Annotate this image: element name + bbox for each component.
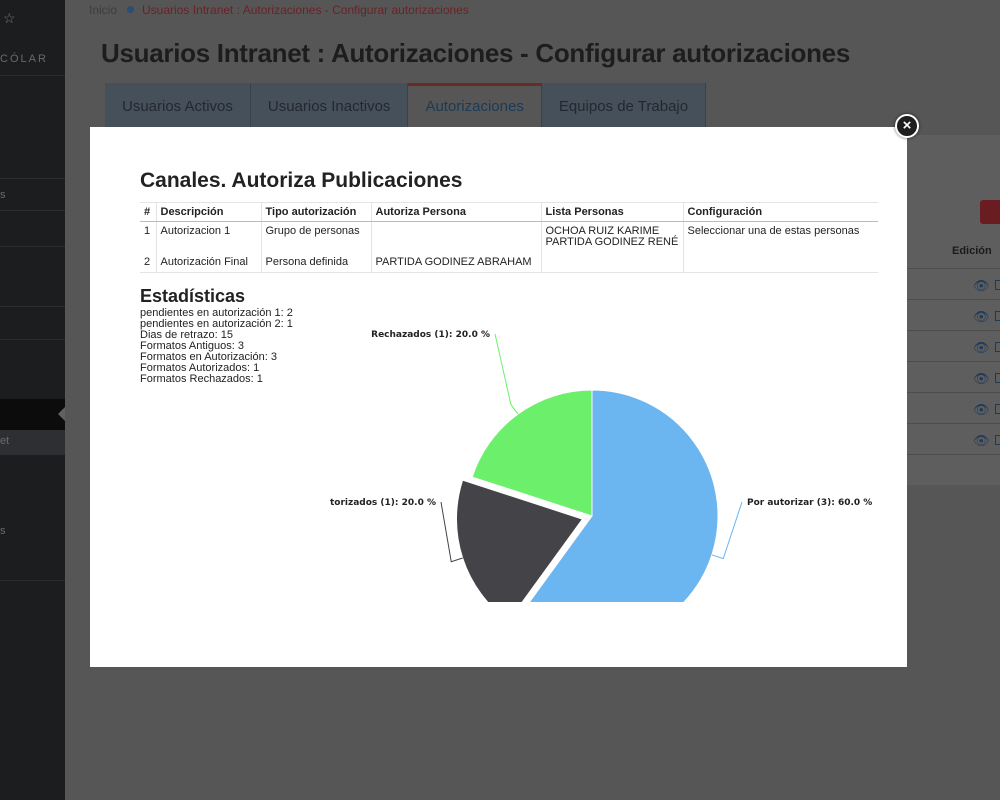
edit-icon[interactable] [995, 404, 1000, 414]
sidebar: ☆ CÓLAR s et s [0, 0, 65, 800]
row-divider [903, 423, 1000, 424]
active-indicator-arrow [58, 406, 65, 422]
sidebar-divider [0, 246, 65, 247]
tab-usuarios-activos[interactable]: Usuarios Activos [105, 83, 251, 127]
table-cell: PARTIDA GODINEZ ABRAHAM [371, 250, 542, 273]
sidebar-item-active[interactable] [0, 399, 65, 430]
tab-usuarios-inactivos[interactable]: Usuarios Inactivos [250, 83, 409, 127]
table-cell: 1 [140, 221, 157, 250]
edit-icon[interactable] [995, 311, 1000, 321]
column-header: Autoriza Persona [371, 202, 542, 222]
persona-name: PARTIDA GODINEZ RENÉ [545, 236, 679, 248]
table-cell: Persona definida [261, 250, 372, 273]
edit-icon[interactable] [995, 373, 1000, 383]
column-header: Descripción [156, 202, 262, 222]
breadcrumb: Inicio Usuarios Intranet : Autorizaciones… [89, 3, 469, 17]
column-header: Tipo autorización [261, 202, 372, 222]
row-actions: 👁 [973, 340, 1000, 356]
table-header-row: # Descripción Tipo autorización Autoriza… [140, 202, 878, 222]
tab-autorizaciones[interactable]: Autorizaciones [408, 83, 542, 127]
column-header: # [140, 202, 157, 222]
row-actions: 👁 [973, 371, 1000, 387]
table-cell: Autorizacion 1 [156, 221, 262, 250]
row-actions: 👁 [973, 278, 1000, 294]
edit-icon[interactable] [995, 435, 1000, 445]
breadcrumb-separator-icon [127, 6, 135, 13]
column-header: Configuración [683, 202, 878, 222]
table-cell: Grupo de personas [261, 221, 372, 250]
modal-title: Canales. Autoriza Publicaciones [140, 169, 463, 192]
edit-icon[interactable] [995, 280, 1000, 290]
slice-label: Autorizados (1): 20.0 % [330, 498, 436, 508]
sidebar-divider [0, 178, 65, 179]
sidebar-divider [0, 306, 65, 307]
row-actions: 👁 [973, 402, 1000, 418]
row-divider [903, 392, 1000, 393]
table-cell [541, 250, 684, 273]
modal-dialog: Canales. Autoriza Publicaciones # Descri… [90, 127, 907, 667]
table-row: 1 Autorizacion 1 Grupo de personas OCHOA… [140, 221, 878, 250]
table-cell [371, 221, 542, 250]
table-cell: 2 [140, 250, 157, 273]
table-cell: OCHOA RUIZ KARIME PARTIDA GODINEZ RENÉ [541, 221, 684, 250]
sidebar-brand-fragment: CÓLAR [0, 53, 48, 65]
eye-icon[interactable]: 👁 [973, 402, 990, 418]
sidebar-subitem-label: et [0, 435, 10, 447]
row-divider [903, 299, 1000, 300]
sidebar-divider [0, 75, 65, 76]
table-row: 2 Autorización Final Persona definida PA… [140, 250, 878, 273]
pie-chart: Por autorizar (3): 60.0 % Autorizados (1)… [330, 330, 872, 602]
edicion-column-header: Edición [952, 245, 992, 257]
edit-icon[interactable] [995, 342, 1000, 352]
eye-icon[interactable]: 👁 [973, 371, 990, 387]
eye-icon[interactable]: 👁 [973, 340, 990, 356]
slice-label: Rechazados (1): 20.0 % [371, 330, 490, 340]
close-icon[interactable]: × [895, 114, 919, 138]
sidebar-item-label[interactable]: s [0, 525, 6, 537]
modal-body: Canales. Autoriza Publicaciones # Descri… [100, 137, 897, 655]
stat-item: Formatos Rechazados: 1 [140, 373, 263, 385]
table-cell: Autorización Final [156, 250, 262, 273]
star-icon[interactable]: ☆ [3, 10, 16, 27]
tab-equipos-de-trabajo[interactable]: Equipos de Trabajo [541, 83, 707, 127]
row-actions: 👁 [973, 309, 1000, 325]
eye-icon[interactable]: 👁 [973, 278, 990, 294]
row-divider [903, 268, 1000, 269]
row-divider [903, 361, 1000, 362]
sidebar-divider [0, 454, 65, 455]
stats-title: Estadísticas [140, 286, 246, 306]
column-header: Lista Personas [541, 202, 684, 222]
eye-icon[interactable]: 👁 [973, 433, 990, 449]
sidebar-item-label[interactable]: s [0, 189, 6, 201]
slice-label: Por autorizar (3): 60.0 % [747, 498, 872, 508]
row-divider [903, 454, 1000, 455]
sidebar-subitem[interactable]: et [0, 430, 65, 454]
label-connector [494, 333, 519, 415]
sidebar-divider [0, 580, 65, 581]
table-cell [683, 250, 878, 273]
sidebar-divider [0, 210, 65, 211]
eye-icon[interactable]: 👁 [973, 309, 990, 325]
sidebar-divider [0, 339, 65, 340]
tab-bar: Usuarios Activos Usuarios Inactivos Auto… [105, 83, 707, 127]
table-cell: Seleccionar una de estas personas [687, 225, 860, 237]
row-actions: 👁 [973, 433, 1000, 449]
stats-list: pendientes en autorización 1: 2 pendient… [140, 308, 293, 385]
authorizations-table: # Descripción Tipo autorización Autoriza… [140, 202, 878, 273]
breadcrumb-current: Usuarios Intranet : Autorizaciones - Con… [142, 3, 469, 17]
page-title: Usuarios Intranet : Autorizaciones - Con… [101, 38, 850, 68]
row-divider [903, 330, 1000, 331]
breadcrumb-home[interactable]: Inicio [89, 3, 117, 17]
export-pdf-button[interactable] [980, 200, 1000, 224]
